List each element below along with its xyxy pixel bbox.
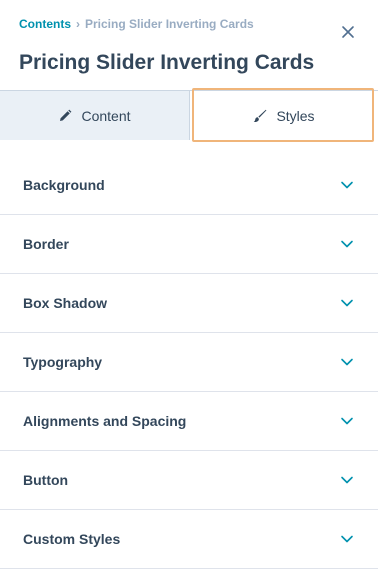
section-label: Border bbox=[23, 236, 69, 252]
breadcrumb-separator: › bbox=[76, 17, 80, 31]
section-label: Box Shadow bbox=[23, 295, 108, 311]
breadcrumb-current: Pricing Slider Inverting Cards bbox=[85, 17, 254, 31]
close-icon bbox=[342, 26, 354, 38]
breadcrumb-contents-link[interactable]: Contents bbox=[19, 17, 71, 31]
tab-bar: Content Styles bbox=[0, 90, 378, 140]
chevron-down-icon bbox=[341, 299, 353, 307]
tab-content[interactable]: Content bbox=[0, 91, 190, 140]
chevron-down-icon bbox=[341, 535, 353, 543]
section-button[interactable]: Button bbox=[0, 451, 378, 510]
style-sections: Background Border Box Shadow Typography … bbox=[0, 156, 378, 569]
section-label: Typography bbox=[23, 354, 103, 370]
section-background[interactable]: Background bbox=[0, 156, 378, 215]
page-title: Pricing Slider Inverting Cards bbox=[19, 51, 315, 74]
section-label: Custom Styles bbox=[23, 531, 121, 547]
chevron-down-icon bbox=[341, 476, 353, 484]
section-custom-styles[interactable]: Custom Styles bbox=[0, 510, 378, 569]
section-box-shadow[interactable]: Box Shadow bbox=[0, 274, 378, 333]
section-border[interactable]: Border bbox=[0, 215, 378, 274]
section-label: Background bbox=[23, 177, 105, 193]
section-label: Alignments and Spacing bbox=[23, 413, 187, 429]
pencil-icon bbox=[60, 109, 72, 121]
close-button[interactable] bbox=[340, 24, 356, 40]
tab-styles-label: Styles bbox=[276, 107, 315, 124]
section-typography[interactable]: Typography bbox=[0, 333, 378, 392]
chevron-down-icon bbox=[341, 417, 353, 425]
section-alignments-spacing[interactable]: Alignments and Spacing bbox=[0, 392, 378, 451]
section-label: Button bbox=[23, 472, 69, 488]
chevron-down-icon bbox=[341, 181, 353, 189]
tab-styles[interactable]: Styles bbox=[190, 91, 378, 140]
breadcrumb: Contents › Pricing Slider Inverting Card… bbox=[19, 17, 254, 31]
chevron-down-icon bbox=[341, 240, 353, 248]
tab-content-label: Content bbox=[81, 107, 131, 124]
brush-icon bbox=[254, 109, 267, 122]
panel-header: Contents › Pricing Slider Inverting Card… bbox=[0, 0, 378, 91]
chevron-down-icon bbox=[341, 358, 353, 366]
